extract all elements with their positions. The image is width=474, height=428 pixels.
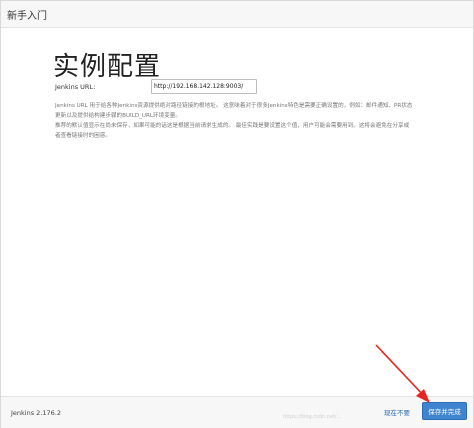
jenkins-url-input[interactable] <box>151 79 257 94</box>
dialog-body: 实例配置 Jenkins URL: Jenkins URL 用于给各种Jenki… <box>1 28 473 396</box>
setup-wizard-dialog: 新手入门 实例配置 Jenkins URL: Jenkins URL 用于给各种… <box>0 0 474 428</box>
dialog-header: 新手入门 <box>1 1 473 28</box>
help-text-line: 者查看链接时的困惑。 <box>55 133 111 139</box>
dialog-title: 新手入门 <box>7 11 47 22</box>
watermark: https://blog.csdn.net/... <box>283 414 342 420</box>
version-label: Jenkins 2.176.2 <box>11 409 61 417</box>
dialog-footer: Jenkins 2.176.2 现在不要 保存并完成 <box>1 396 473 428</box>
page-title: 实例配置 <box>53 52 162 82</box>
skip-link[interactable]: 现在不要 <box>384 407 410 417</box>
help-text-line: Jenkins URL 用于给各种Jenkins资源提供绝对路径链接的根地址。 … <box>55 103 413 109</box>
save-and-finish-button[interactable]: 保存并完成 <box>422 402 467 420</box>
jenkins-url-label: Jenkins URL: <box>55 83 96 91</box>
help-text-line: 推荐的默认值显示在尚未保存，如果可能的话这是根据当前请求生成的。 最佳实践是要设… <box>55 123 410 129</box>
help-text-line: 更新以及提供给构建步骤的BUILD_URL环境变量。 <box>55 113 181 119</box>
